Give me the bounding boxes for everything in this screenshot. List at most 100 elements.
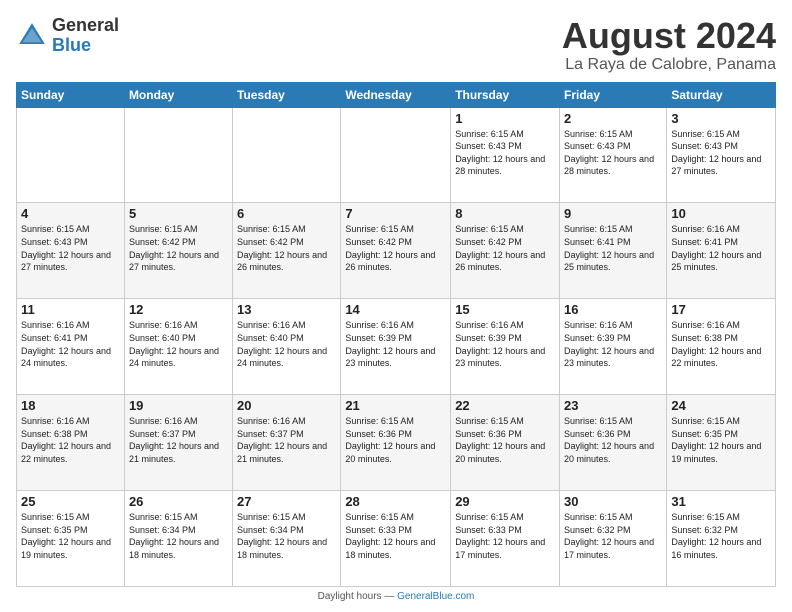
logo-icon	[16, 20, 48, 52]
day-info: Sunrise: 6:15 AMSunset: 6:33 PMDaylight:…	[345, 511, 446, 561]
calendar-week-row: 4 Sunrise: 6:15 AMSunset: 6:43 PMDaylight…	[17, 203, 776, 299]
day-of-week-header: Sunday	[17, 82, 125, 107]
calendar-cell: 24 Sunrise: 6:15 AMSunset: 6:35 PMDayligh…	[667, 395, 776, 491]
day-info: Sunrise: 6:16 AMSunset: 6:38 PMDaylight:…	[21, 415, 120, 465]
day-number: 27	[237, 494, 336, 509]
day-number: 31	[671, 494, 771, 509]
day-number: 9	[564, 206, 662, 221]
day-number: 7	[345, 206, 446, 221]
day-number: 21	[345, 398, 446, 413]
day-info: Sunrise: 6:15 AMSunset: 6:32 PMDaylight:…	[671, 511, 771, 561]
day-info: Sunrise: 6:15 AMSunset: 6:33 PMDaylight:…	[455, 511, 555, 561]
day-info: Sunrise: 6:16 AMSunset: 6:40 PMDaylight:…	[237, 319, 336, 369]
calendar-cell: 10 Sunrise: 6:16 AMSunset: 6:41 PMDayligh…	[667, 203, 776, 299]
day-number: 14	[345, 302, 446, 317]
day-info: Sunrise: 6:15 AMSunset: 6:43 PMDaylight:…	[455, 128, 555, 178]
day-number: 12	[129, 302, 228, 317]
footer-text: Daylight hours	[318, 591, 382, 602]
footer-link[interactable]: GeneralBlue.com	[397, 591, 474, 602]
day-number: 19	[129, 398, 228, 413]
calendar-cell	[124, 107, 232, 203]
day-number: 3	[671, 111, 771, 126]
day-info: Sunrise: 6:16 AMSunset: 6:40 PMDaylight:…	[129, 319, 228, 369]
day-number: 23	[564, 398, 662, 413]
calendar-table: SundayMondayTuesdayWednesdayThursdayFrid…	[16, 82, 776, 587]
title-block: August 2024 La Raya de Calobre, Panama	[562, 16, 776, 74]
day-info: Sunrise: 6:15 AMSunset: 6:42 PMDaylight:…	[455, 223, 555, 273]
day-info: Sunrise: 6:16 AMSunset: 6:39 PMDaylight:…	[345, 319, 446, 369]
day-of-week-header: Saturday	[667, 82, 776, 107]
day-number: 11	[21, 302, 120, 317]
location: La Raya de Calobre, Panama	[562, 56, 776, 74]
day-info: Sunrise: 6:15 AMSunset: 6:42 PMDaylight:…	[237, 223, 336, 273]
day-info: Sunrise: 6:15 AMSunset: 6:41 PMDaylight:…	[564, 223, 662, 273]
calendar-cell: 27 Sunrise: 6:15 AMSunset: 6:34 PMDayligh…	[233, 491, 341, 587]
calendar-week-row: 1 Sunrise: 6:15 AMSunset: 6:43 PMDaylight…	[17, 107, 776, 203]
calendar-week-row: 11Sunrise: 6:16 AMSunset: 6:41 PMDayligh…	[17, 299, 776, 395]
day-info: Sunrise: 6:16 AMSunset: 6:37 PMDaylight:…	[129, 415, 228, 465]
day-info: Sunrise: 6:15 AMSunset: 6:43 PMDaylight:…	[21, 223, 120, 273]
day-info: Sunrise: 6:16 AMSunset: 6:39 PMDaylight:…	[455, 319, 555, 369]
day-number: 20	[237, 398, 336, 413]
calendar-cell	[233, 107, 341, 203]
day-info: Sunrise: 6:15 AMSunset: 6:42 PMDaylight:…	[345, 223, 446, 273]
header: General Blue August 2024 La Raya de Calo…	[16, 16, 776, 74]
day-of-week-header: Tuesday	[233, 82, 341, 107]
calendar-cell: 26Sunrise: 6:15 AMSunset: 6:34 PMDayligh…	[124, 491, 232, 587]
day-info: Sunrise: 6:15 AMSunset: 6:36 PMDaylight:…	[345, 415, 446, 465]
calendar-cell: 11Sunrise: 6:16 AMSunset: 6:41 PMDayligh…	[17, 299, 125, 395]
day-number: 18	[21, 398, 120, 413]
day-info: Sunrise: 6:15 AMSunset: 6:34 PMDaylight:…	[237, 511, 336, 561]
day-of-week-header: Wednesday	[341, 82, 451, 107]
day-info: Sunrise: 6:15 AMSunset: 6:36 PMDaylight:…	[455, 415, 555, 465]
day-number: 8	[455, 206, 555, 221]
day-info: Sunrise: 6:15 AMSunset: 6:34 PMDaylight:…	[129, 511, 228, 561]
calendar-cell: 7 Sunrise: 6:15 AMSunset: 6:42 PMDaylight…	[341, 203, 451, 299]
day-of-week-header: Thursday	[451, 82, 560, 107]
day-number: 24	[671, 398, 771, 413]
calendar-cell: 14 Sunrise: 6:16 AMSunset: 6:39 PMDayligh…	[341, 299, 451, 395]
day-number: 5	[129, 206, 228, 221]
calendar-cell: 8 Sunrise: 6:15 AMSunset: 6:42 PMDaylight…	[451, 203, 560, 299]
calendar-cell	[17, 107, 125, 203]
day-number: 4	[21, 206, 120, 221]
logo: General Blue	[16, 16, 119, 56]
logo-text: General Blue	[52, 16, 119, 56]
calendar-cell: 16Sunrise: 6:16 AMSunset: 6:39 PMDayligh…	[560, 299, 667, 395]
calendar-cell: 1 Sunrise: 6:15 AMSunset: 6:43 PMDaylight…	[451, 107, 560, 203]
calendar-week-row: 25Sunrise: 6:15 AMSunset: 6:35 PMDayligh…	[17, 491, 776, 587]
calendar-cell: 19 Sunrise: 6:16 AMSunset: 6:37 PMDayligh…	[124, 395, 232, 491]
calendar-cell: 6Sunrise: 6:15 AMSunset: 6:42 PMDaylight…	[233, 203, 341, 299]
calendar-cell: 15 Sunrise: 6:16 AMSunset: 6:39 PMDayligh…	[451, 299, 560, 395]
day-info: Sunrise: 6:15 AMSunset: 6:32 PMDaylight:…	[564, 511, 662, 561]
day-number: 15	[455, 302, 555, 317]
calendar-cell: 9 Sunrise: 6:15 AMSunset: 6:41 PMDaylight…	[560, 203, 667, 299]
day-info: Sunrise: 6:16 AMSunset: 6:38 PMDaylight:…	[671, 319, 771, 369]
calendar-cell: 25Sunrise: 6:15 AMSunset: 6:35 PMDayligh…	[17, 491, 125, 587]
calendar-cell: 5Sunrise: 6:15 AMSunset: 6:42 PMDaylight…	[124, 203, 232, 299]
calendar-cell	[341, 107, 451, 203]
month-title: August 2024	[562, 16, 776, 56]
calendar-cell: 2Sunrise: 6:15 AMSunset: 6:43 PMDaylight…	[560, 107, 667, 203]
calendar-cell: 29 Sunrise: 6:15 AMSunset: 6:33 PMDayligh…	[451, 491, 560, 587]
calendar-cell: 28 Sunrise: 6:15 AMSunset: 6:33 PMDayligh…	[341, 491, 451, 587]
page: General Blue August 2024 La Raya de Calo…	[0, 0, 792, 612]
day-number: 29	[455, 494, 555, 509]
calendar-cell: 21 Sunrise: 6:15 AMSunset: 6:36 PMDayligh…	[341, 395, 451, 491]
day-of-week-header: Friday	[560, 82, 667, 107]
logo-general: General	[52, 16, 119, 36]
day-number: 28	[345, 494, 446, 509]
day-info: Sunrise: 6:16 AMSunset: 6:41 PMDaylight:…	[671, 223, 771, 273]
calendar-header-row: SundayMondayTuesdayWednesdayThursdayFrid…	[17, 82, 776, 107]
day-number: 10	[671, 206, 771, 221]
calendar-cell: 22Sunrise: 6:15 AMSunset: 6:36 PMDayligh…	[451, 395, 560, 491]
day-info: Sunrise: 6:15 AMSunset: 6:43 PMDaylight:…	[564, 128, 662, 178]
calendar-cell: 30Sunrise: 6:15 AMSunset: 6:32 PMDayligh…	[560, 491, 667, 587]
logo-blue: Blue	[52, 36, 119, 56]
day-info: Sunrise: 6:15 AMSunset: 6:35 PMDaylight:…	[671, 415, 771, 465]
day-number: 1	[455, 111, 555, 126]
day-info: Sunrise: 6:15 AMSunset: 6:43 PMDaylight:…	[671, 128, 771, 178]
calendar-week-row: 18 Sunrise: 6:16 AMSunset: 6:38 PMDayligh…	[17, 395, 776, 491]
calendar-cell: 20Sunrise: 6:16 AMSunset: 6:37 PMDayligh…	[233, 395, 341, 491]
calendar-cell: 4 Sunrise: 6:15 AMSunset: 6:43 PMDaylight…	[17, 203, 125, 299]
